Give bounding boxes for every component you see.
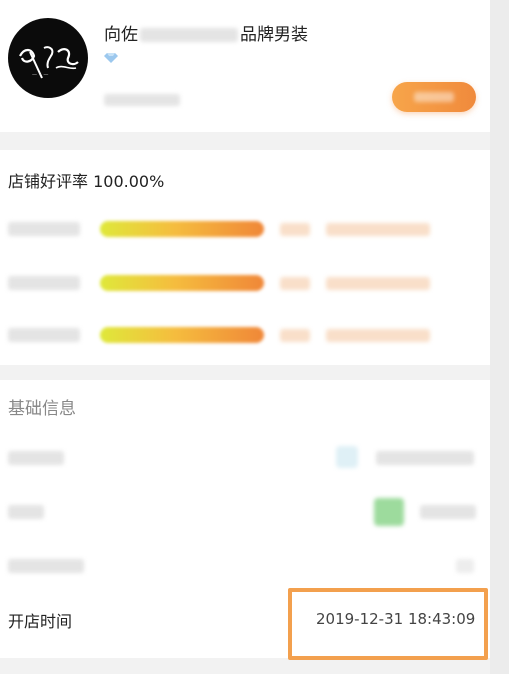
info-row[interactable] <box>0 440 490 476</box>
page-edge-strip <box>490 0 509 674</box>
shop-name-redacted <box>140 28 238 42</box>
rating-row <box>0 214 490 244</box>
rating-row <box>0 268 490 298</box>
basic-info-title: 基础信息 <box>8 399 76 419</box>
rating-compare-redacted <box>326 223 430 236</box>
rating-row <box>0 320 490 350</box>
open-time-highlight-frame <box>288 588 488 660</box>
info-label-redacted <box>8 451 64 465</box>
info-label-redacted <box>8 559 84 573</box>
rating-bar-fill <box>100 221 264 237</box>
rating-bar <box>100 221 264 237</box>
follow-button-label-redacted <box>414 92 454 102</box>
info-icon <box>374 498 404 526</box>
rating-label-redacted <box>8 276 80 290</box>
info-value-redacted <box>376 451 474 465</box>
rating-compare-redacted <box>326 329 430 342</box>
shop-header-card: — ·· — 向佐 品牌男装 <box>0 0 490 132</box>
svg-text:— ·· —: — ·· — <box>32 72 48 78</box>
shop-name-suffix: 品牌男装 <box>240 25 308 45</box>
info-label-redacted <box>8 505 44 519</box>
shop-subtitle-redacted <box>104 94 180 106</box>
info-row[interactable] <box>0 548 490 584</box>
rating-label-redacted <box>8 328 80 342</box>
rating-score-redacted <box>280 329 310 342</box>
rating-score-redacted <box>280 223 310 236</box>
shop-avatar[interactable]: — ·· — <box>8 18 88 98</box>
chevron-right-icon <box>456 559 474 573</box>
rating-bar <box>100 327 264 343</box>
open-time-label: 开店时间 <box>8 612 73 631</box>
info-value-redacted <box>420 505 476 519</box>
rating-score-redacted <box>280 277 310 290</box>
shop-name: 向佐 品牌男装 <box>104 20 308 45</box>
rating-bar-fill <box>100 275 264 291</box>
follow-button[interactable] <box>392 82 476 112</box>
rating-bar-fill <box>100 327 264 343</box>
rating-title: 店铺好评率 100.00% <box>8 172 165 191</box>
rating-label-redacted <box>8 222 80 236</box>
info-row[interactable] <box>0 494 490 530</box>
rating-card: 店铺好评率 100.00% <box>0 150 490 365</box>
avatar-calligraphy-logo: — ·· — <box>19 46 79 79</box>
info-icon <box>336 446 358 468</box>
rating-compare-redacted <box>326 277 430 290</box>
shop-name-prefix: 向佐 <box>104 25 138 45</box>
diamond-icon <box>104 53 118 63</box>
rating-bar <box>100 275 264 291</box>
